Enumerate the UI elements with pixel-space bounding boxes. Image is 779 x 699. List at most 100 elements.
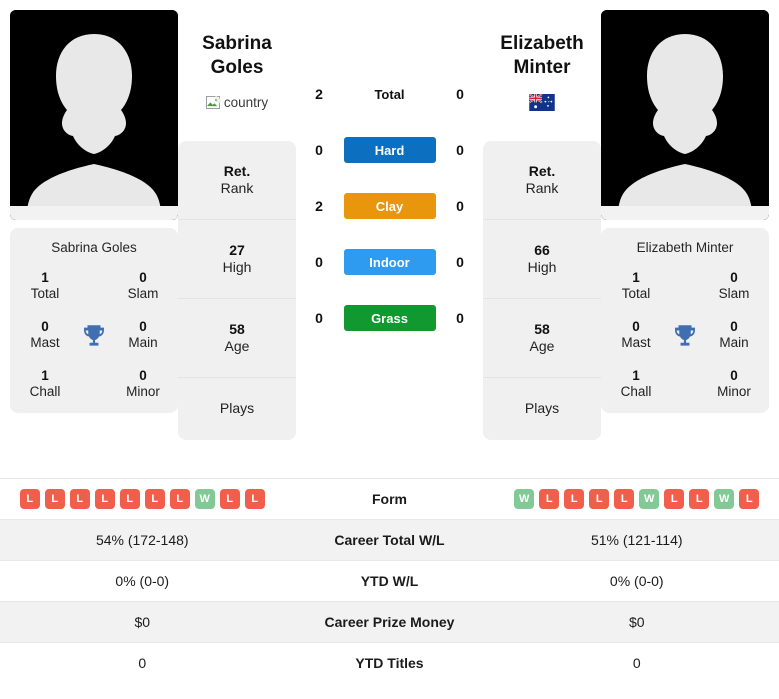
right-title-minor: 0 Minor [707,368,761,399]
surface-row-clay: 2 Clay 0 [296,178,483,234]
left-form-badge[interactable]: L [69,489,90,509]
left-title-minor-label: Minor [126,383,160,399]
table-row-form: LLLLLLLWLL Form WLLLLWLLWL [0,478,779,519]
right-form-badge[interactable]: L [739,489,760,509]
surface-hard-left-score: 0 [315,142,323,158]
australia-flag-icon [529,94,555,112]
right-age-label: Age [529,337,555,354]
right-rank-label: Rank [525,179,559,196]
surface-row-total: 2 Total 0 [296,66,483,122]
left-title-chall: 1 Chall [18,368,72,399]
left-form-badges: LLLLLLLWLL [6,489,279,509]
left-form-badge[interactable]: L [94,489,115,509]
right-form-badge[interactable]: L [614,489,635,509]
career-total-wl-right: 51% (121-114) [590,532,683,548]
left-form-badge[interactable]: L [244,489,265,509]
comparison-header: Sabrina Goles 1 Total 0 Slam 0 Mast 0 Ma… [0,0,779,478]
surface-hard-right-score: 0 [456,142,464,158]
left-title-main: 0 Main [116,319,170,350]
table-row-career-prize-money: $0 Career Prize Money $0 [0,601,779,642]
left-rank-card: Ret. Rank 27 High 58 Age Plays [178,140,296,440]
left-form-badge[interactable]: L [144,489,165,509]
left-titles-player-name: Sabrina Goles [51,240,137,255]
surface-grass-right-score: 0 [456,310,464,326]
trophy-icon [84,324,104,346]
left-title-total-label: Total [30,285,60,301]
right-title-total-label: Total [621,285,651,301]
surface-clay-left-score: 2 [315,198,323,214]
ytd-titles-left: 0 [138,655,147,671]
left-title-minor: 0 Minor [116,368,170,399]
right-title-chall-label: Chall [620,383,652,399]
form-left-cell: LLLLLLLWLL [0,480,285,518]
right-player-last-name: Minter [513,57,571,79]
table-row-ytd-wl: 0% (0-0) YTD W/L 0% (0-0) [0,560,779,601]
ytd-wl-right: 0% (0-0) [609,573,664,589]
left-plays-label: Plays [219,400,255,417]
surface-row-grass: 0 Grass 0 [296,290,483,346]
left-titles-grid: 1 Total 0 Slam 0 Mast 0 Main 1 Chall 0 M… [18,270,170,399]
right-player-country [483,93,601,113]
right-rank-card: Ret. Rank 66 High 58 Age Plays [483,140,601,440]
left-player-avatar[interactable] [10,10,178,220]
left-high-row: 27 High [178,220,296,299]
ytd-wl-left: 0% (0-0) [115,573,170,589]
right-form-badge[interactable]: L [689,489,710,509]
left-title-total-value: 1 [41,270,49,286]
surface-grass-label[interactable]: Grass [343,305,436,331]
surface-total-left-score: 2 [315,86,323,102]
right-player-column: Elizabeth Minter 1 Total 0 Slam 0 Mast 0… [601,10,769,414]
career-prize-money-right: $0 [628,614,645,630]
surface-indoor-label[interactable]: Indoor [343,249,436,275]
left-title-main-value: 0 [139,319,147,335]
left-form-badge[interactable]: L [219,489,240,509]
right-form-badge[interactable]: L [564,489,585,509]
left-title-slam: 0 Slam [116,270,170,301]
right-titles-player-name: Elizabeth Minter [636,240,734,255]
surface-clay-label[interactable]: Clay [343,193,436,219]
left-title-chall-value: 1 [41,368,49,384]
right-form-badge[interactable]: L [539,489,560,509]
surface-row-hard: 0 Hard 0 [296,122,483,178]
left-form-badge[interactable]: L [169,489,190,509]
left-form-badge[interactable]: W [194,489,215,509]
left-rank-row: Ret. Rank [178,141,296,220]
right-plays-label: Plays [524,400,560,417]
right-rank-value: Ret. [528,162,556,179]
left-rank-value: Ret. [223,162,251,179]
head-to-head-page: Sabrina Goles 1 Total 0 Slam 0 Mast 0 Ma… [0,0,779,699]
right-plays-row: Plays [483,378,601,440]
left-form-badge[interactable]: L [44,489,65,509]
left-form-badge[interactable]: L [19,489,40,509]
right-player-name[interactable]: Elizabeth Minter [483,32,601,81]
ytd-titles-right: 0 [632,655,641,671]
right-form-badge[interactable]: W [514,489,535,509]
left-form-badge[interactable]: L [119,489,140,509]
right-title-slam: 0 Slam [707,270,761,301]
left-age-label: Age [224,337,250,354]
right-high-row: 66 High [483,220,601,299]
left-title-chall-label: Chall [29,383,61,399]
surface-hard-label[interactable]: Hard [343,137,436,163]
right-form-badge[interactable]: W [639,489,660,509]
right-title-total: 1 Total [609,270,663,301]
right-high-value: 66 [534,241,550,258]
right-form-badges: WLLLLWLLWL [501,489,774,509]
right-title-mast-label: Mast [621,334,651,350]
player-silhouette-icon [10,10,178,220]
right-player-avatar[interactable] [601,10,769,220]
left-rank-label: Rank [220,179,254,196]
left-title-total: 1 Total [18,270,72,301]
right-form-badge[interactable]: L [664,489,685,509]
trophy-icon [675,324,695,346]
right-form-badge[interactable]: W [714,489,735,509]
right-age-row: 58 Age [483,299,601,378]
left-player-first-name: Sabrina [202,33,272,54]
career-total-wl-label: Career Total W/L [334,532,445,548]
surface-row-indoor: 0 Indoor 0 [296,234,483,290]
surface-indoor-right-score: 0 [456,254,464,270]
left-player-name[interactable]: Sabrina Goles [178,32,296,81]
surface-comparison: 2 Total 0 0 Hard 0 2 Clay 0 0 Indoor 0 0… [296,10,483,346]
right-form-badge[interactable]: L [589,489,610,509]
table-row-career-total-wl: 54% (172-148) Career Total W/L 51% (121-… [0,519,779,560]
